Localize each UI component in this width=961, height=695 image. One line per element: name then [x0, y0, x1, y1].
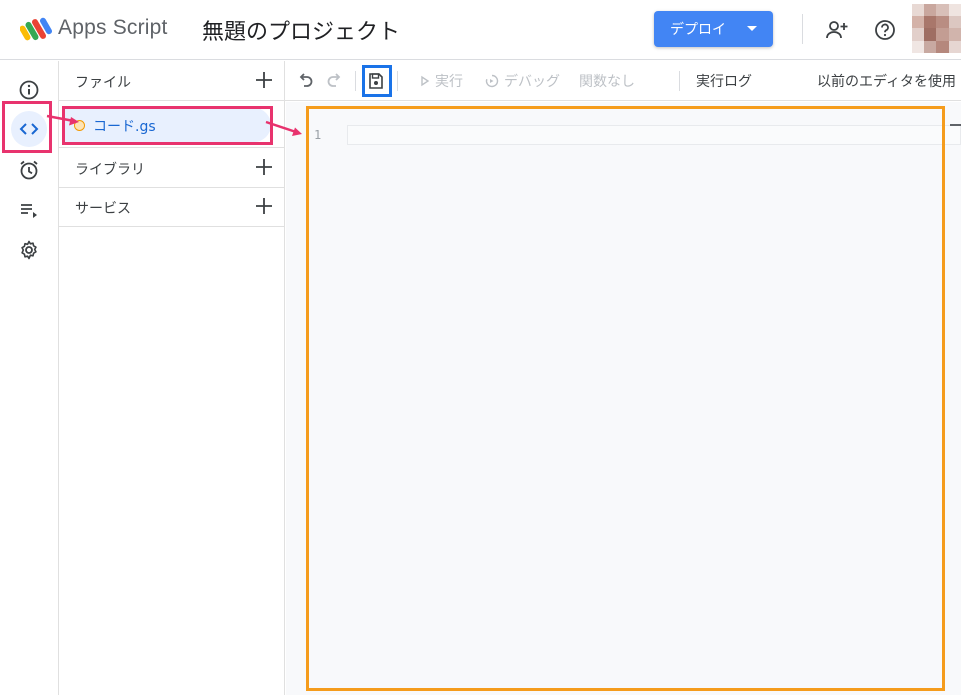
person-add-icon[interactable]	[824, 17, 850, 43]
files-header: ファイル	[59, 61, 285, 101]
deploy-button[interactable]: デプロイ	[654, 11, 773, 47]
function-select[interactable]: 関数なし	[579, 61, 635, 101]
app-name[interactable]: Apps Script	[58, 16, 168, 40]
line-number: 1	[314, 128, 322, 142]
services-header: サービス	[59, 187, 285, 227]
add-file-icon[interactable]	[255, 71, 273, 89]
divider	[397, 71, 398, 91]
rail-item-triggers[interactable]	[11, 152, 47, 188]
debug-label: デバッグ	[504, 74, 560, 90]
file-item-code-gs[interactable]: コード.gs	[63, 108, 271, 142]
code-editor[interactable]: 1	[286, 102, 961, 695]
divider	[679, 71, 680, 91]
project-title[interactable]: 無題のプロジェクト	[202, 14, 400, 46]
legacy-editor-button[interactable]: 以前のエディタを使用	[817, 61, 956, 101]
navigation-rail	[0, 61, 59, 695]
libraries-header: ライブラリ	[59, 147, 285, 188]
apps-script-logo-icon[interactable]	[20, 15, 52, 45]
deploy-button-label: デプロイ	[670, 22, 726, 38]
files-label: ファイル	[75, 75, 131, 91]
redo-icon	[327, 73, 341, 87]
code-icon	[19, 123, 39, 135]
legacy-editor-label: 以前のエディタを使用	[817, 74, 957, 90]
editor-toolbar: 実行 デバッグ 関数なし 実行ログ 以前のエディタを使用	[285, 61, 961, 101]
info-icon	[19, 80, 39, 100]
top-app-bar: Apps Script 無題のプロジェクト デプロイ	[0, 0, 961, 60]
avatar[interactable]	[912, 4, 961, 53]
execution-log-label: 実行ログ	[696, 74, 752, 90]
file-panel: ファイル コード.gs ライブラリ サービス	[59, 61, 285, 695]
services-label: サービス	[75, 201, 131, 217]
libraries-label: ライブラリ	[75, 162, 145, 178]
function-select-value: 関数なし	[579, 74, 635, 90]
unsaved-dot-icon	[74, 120, 85, 131]
run-button[interactable]: 実行	[419, 61, 463, 101]
scrollbar[interactable]	[950, 124, 961, 126]
caret-down-icon	[747, 26, 757, 31]
save-button[interactable]	[367, 61, 385, 101]
debug-button[interactable]: デバッグ	[484, 61, 560, 101]
divider	[355, 71, 356, 91]
undo-button[interactable]	[297, 61, 315, 101]
add-service-icon[interactable]	[255, 197, 273, 215]
rail-item-settings[interactable]	[11, 232, 47, 268]
play-icon	[421, 75, 430, 87]
add-library-icon[interactable]	[255, 158, 273, 176]
playlist-play-icon	[21, 204, 37, 218]
save-icon	[369, 73, 383, 89]
gear-icon	[21, 240, 37, 260]
rail-item-executions[interactable]	[11, 192, 47, 228]
alarm-icon	[20, 160, 38, 180]
help-icon[interactable]	[872, 17, 898, 43]
rail-item-editor[interactable]	[11, 111, 47, 147]
file-name: コード.gs	[93, 119, 156, 135]
divider	[802, 14, 803, 44]
rail-item-overview[interactable]	[11, 72, 47, 108]
run-label: 実行	[435, 74, 463, 90]
redo-button[interactable]	[325, 61, 343, 101]
undo-icon	[299, 73, 313, 87]
debug-icon	[485, 74, 499, 88]
current-line-input[interactable]	[347, 125, 961, 145]
execution-log-button[interactable]: 実行ログ	[696, 61, 752, 101]
